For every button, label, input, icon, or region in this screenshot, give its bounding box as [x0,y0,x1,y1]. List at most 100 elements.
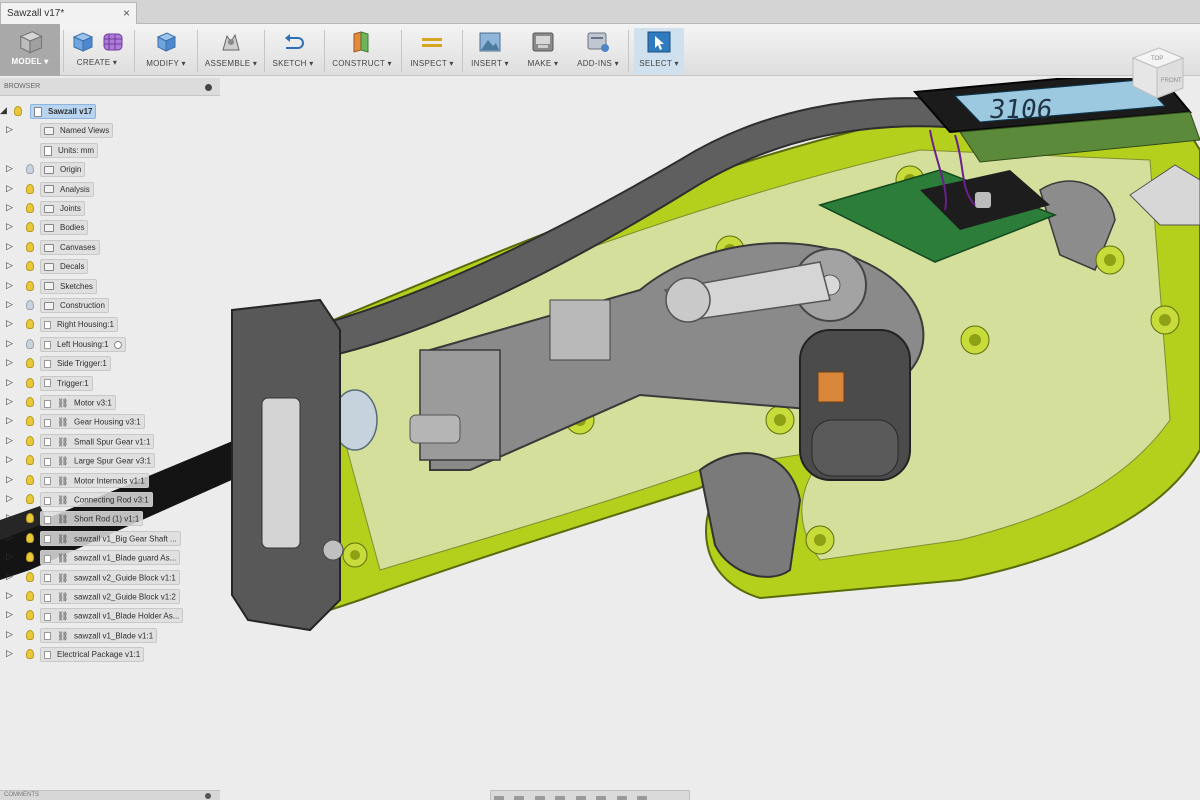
browser-item[interactable]: ▷ ⛓ sawzall v1_Blade Holder As... [6,607,220,624]
browser-item[interactable]: ▷ ⛓ Motor v3:1 [6,394,220,410]
browser-root-node[interactable]: ◢ Sawzall v17 [0,103,120,119]
browser-item[interactable]: ▷ Construction [6,297,220,313]
collapse-arrow-icon[interactable]: ◢ [0,105,7,116]
pan-icon[interactable] [514,796,525,800]
browser-pin-icon[interactable] [205,84,212,91]
expand-arrow-icon[interactable]: ▷ [6,474,13,485]
fit-icon[interactable] [555,796,566,800]
expand-arrow-icon[interactable]: ▷ [6,648,13,659]
select-menu-button[interactable]: SELECT ▾ [634,28,684,74]
grid-settings-icon[interactable] [616,796,627,800]
visibility-bulb-icon[interactable] [26,203,34,213]
browser-panel-header[interactable]: BROWSER [0,78,220,96]
visibility-bulb-icon[interactable] [26,358,34,369]
visibility-bulb-icon[interactable] [26,591,34,601]
visibility-bulb-icon[interactable] [26,183,34,194]
visibility-bulb-icon[interactable] [26,416,34,427]
browser-item[interactable]: ▷ Sketches [6,278,220,294]
visibility-bulb-icon[interactable] [26,377,34,388]
expand-arrow-icon[interactable]: ▷ [6,202,13,213]
browser-item[interactable]: ▷ Electrical Package v1:1 [6,646,220,663]
visibility-bulb-icon[interactable] [26,474,34,485]
workspace-model-button[interactable]: MODEL ▾ [0,24,60,76]
browser-item[interactable]: Units: mm [6,142,220,158]
browser-item[interactable]: ▷ ⛓ sawzall v2_Guide Block v1:1 [6,569,220,585]
expand-arrow-icon[interactable]: ▷ [6,338,13,349]
expand-arrow-icon[interactable]: ▷ [6,183,13,194]
expand-arrow-icon[interactable]: ▷ [6,299,13,310]
expand-arrow-icon[interactable]: ▷ [6,590,13,601]
comments-panel-bar[interactable]: COMMENTS [0,790,220,800]
visibility-bulb-icon[interactable] [26,629,34,640]
visibility-bulb-icon[interactable] [26,435,34,446]
make-menu-button[interactable]: MAKE ▾ [522,28,564,74]
zoom-icon[interactable] [534,796,545,800]
create-menu-button[interactable]: CREATE ▾ [66,28,128,74]
browser-item[interactable]: ▷ ⛓ Large Spur Gear v3:1 [6,452,220,469]
expand-arrow-icon[interactable]: ▷ [6,609,13,620]
expand-arrow-icon[interactable]: ▷ [6,124,13,135]
visibility-bulb-icon[interactable] [26,164,34,175]
visibility-bulb-icon[interactable] [26,455,34,466]
expand-arrow-icon[interactable]: ▷ [6,241,13,252]
visibility-bulb-icon[interactable] [26,261,34,272]
comments-pin-icon[interactable] [205,793,211,799]
visibility-bulb-icon[interactable] [26,513,34,524]
guide-block-2[interactable] [549,299,611,361]
browser-item[interactable]: ▷ Side Trigger:1 [6,355,220,372]
expand-arrow-icon[interactable]: ▷ [6,532,13,543]
construct-menu-button[interactable]: CONSTRUCT ▾ [330,28,394,74]
expand-arrow-icon[interactable]: ▷ [6,221,13,232]
browser-item[interactable]: ▷ ⛓ sawzall v2_Guide Block v1:2 [6,588,220,604]
browser-item[interactable]: ▷ ⛓ sawzall v1_Blade v1:1 [6,627,220,643]
browser-item[interactable]: ▷ ⛓ Small Spur Gear v1:1 [6,433,220,449]
visibility-bulb-icon[interactable] [26,222,34,233]
inspect-menu-button[interactable]: INSPECT ▾ [408,28,456,74]
visibility-bulb-icon[interactable] [14,106,22,116]
assemble-menu-button[interactable]: ASSEMBLE ▾ [202,28,260,74]
browser-item[interactable]: ▷ ⛓ sawzall v1_Blade guard As... [6,549,220,566]
sketch-menu-button[interactable]: SKETCH ▾ [268,28,318,74]
expand-arrow-icon[interactable]: ▷ [6,415,13,426]
visibility-bulb-icon[interactable] [26,494,34,504]
display-settings-icon[interactable] [596,796,607,800]
viewport-settings-icon[interactable] [637,796,648,800]
expand-arrow-icon[interactable]: ▷ [6,551,13,562]
expand-arrow-icon[interactable]: ▷ [6,512,13,523]
document-tab[interactable]: Sawzall v17* × [0,2,137,24]
browser-item[interactable]: ▷ Left Housing:1 [6,336,220,352]
visibility-bulb-icon[interactable] [26,571,34,582]
expand-arrow-icon[interactable]: ▷ [6,454,13,465]
expand-arrow-icon[interactable]: ▷ [6,377,13,388]
expand-arrow-icon[interactable]: ▷ [6,396,13,407]
expand-arrow-icon[interactable]: ▷ [6,435,13,446]
visibility-bulb-icon[interactable] [26,241,34,252]
expand-arrow-icon[interactable]: ▷ [6,318,13,329]
browser-item[interactable]: ▷ Right Housing:1 [6,316,220,333]
visibility-bulb-icon[interactable] [26,397,34,407]
browser-item[interactable]: ▷ Trigger:1 [6,375,220,391]
browser-item[interactable]: ▷ Canvases [6,239,220,255]
orbit-icon[interactable] [494,796,504,800]
close-tab-icon[interactable]: × [123,6,130,20]
visibility-bulb-icon[interactable] [26,610,34,621]
visibility-bulb-icon[interactable] [26,338,34,349]
visibility-bulb-icon[interactable] [26,319,34,330]
browser-item[interactable]: ▷ ⛓ Short Rod (1) v1:1 [6,510,220,527]
browser-item[interactable]: ▷ Bodies [6,219,220,236]
visibility-bulb-icon[interactable] [26,300,34,310]
browser-item[interactable]: ▷ Joints [6,200,220,216]
visibility-bulb-icon[interactable] [26,649,34,660]
browser-item[interactable]: ▷ ⛓ Motor Internals v1:1 [6,472,220,488]
browser-item[interactable]: ▷ ⛓ sawzall v1_Big Gear Shaft ... [6,530,220,546]
look-at-icon[interactable] [575,796,586,800]
expand-arrow-icon[interactable]: ▷ [6,629,13,640]
expand-arrow-icon[interactable]: ▷ [6,260,13,271]
browser-item[interactable]: ▷ Analysis [6,181,220,197]
browser-item[interactable]: ▷ ⛓ Connecting Rod v3:1 [6,491,220,507]
browser-item[interactable]: ▷ Named Views [6,122,220,139]
insert-menu-button[interactable]: INSERT ▾ [468,28,512,74]
visibility-bulb-icon[interactable] [26,552,34,563]
view-cube[interactable]: TOP FRONT [1125,40,1189,104]
visibility-bulb-icon[interactable] [26,532,34,543]
